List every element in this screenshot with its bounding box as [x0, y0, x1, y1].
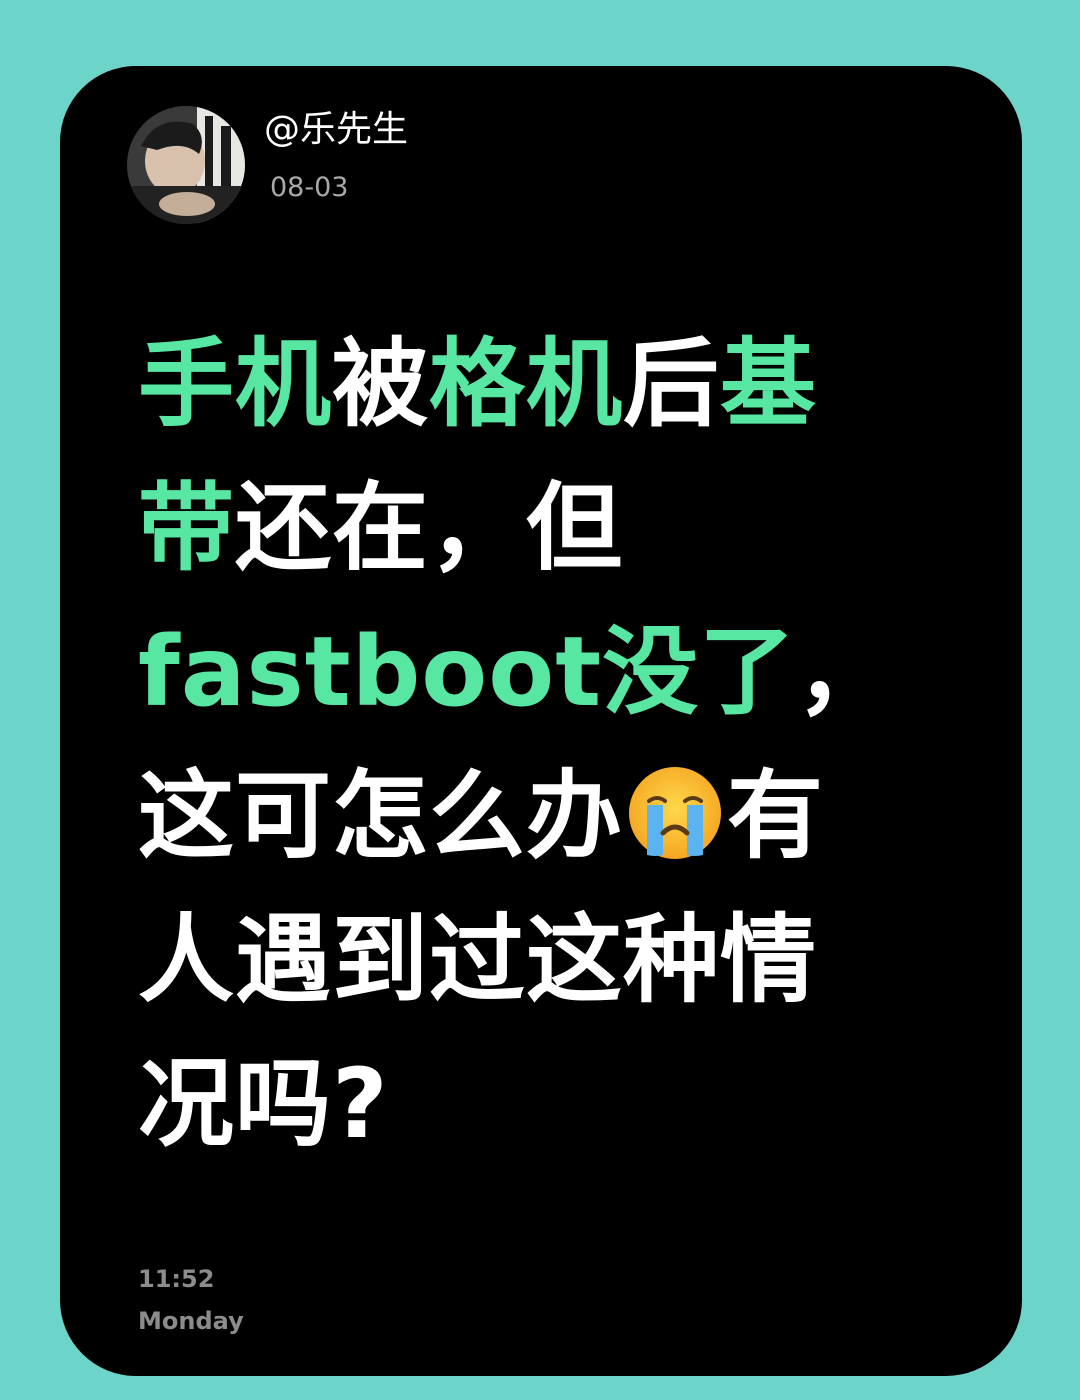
text-segment: 况吗?	[138, 1048, 389, 1160]
avatar[interactable]	[127, 106, 245, 224]
text-segment: 基	[720, 328, 817, 440]
text-segment: 格机	[429, 328, 623, 440]
post-card: @乐先生 08-03 手机被格机后基 带还在，但 fastboot没了， 这可怎…	[60, 66, 1022, 1376]
avatar-photo-icon	[127, 106, 245, 224]
text-segment: 还在，但	[235, 472, 623, 584]
post-body: 手机被格机后基 带还在，但 fastboot没了， 这可怎么办 有 人遇到过这种…	[138, 312, 908, 1176]
text-segment: 带	[138, 472, 235, 584]
text-segment: 后	[623, 328, 720, 440]
post-weekday: Monday	[138, 1307, 244, 1335]
post-date: 08-03	[270, 172, 349, 203]
text-segment: 人遇到过这种情	[138, 904, 817, 1016]
author-name[interactable]: @乐先生	[264, 108, 408, 152]
post-time: 11:52	[138, 1265, 215, 1293]
text-segment: 这可怎么办	[138, 760, 623, 872]
text-segment: fastboot没了	[138, 616, 797, 728]
text-segment: 被	[332, 328, 429, 440]
text-segment: ，	[796, 616, 894, 728]
loudly-crying-face-icon	[629, 767, 721, 859]
text-segment: 有	[727, 760, 824, 872]
text-segment: 手机	[138, 328, 332, 440]
